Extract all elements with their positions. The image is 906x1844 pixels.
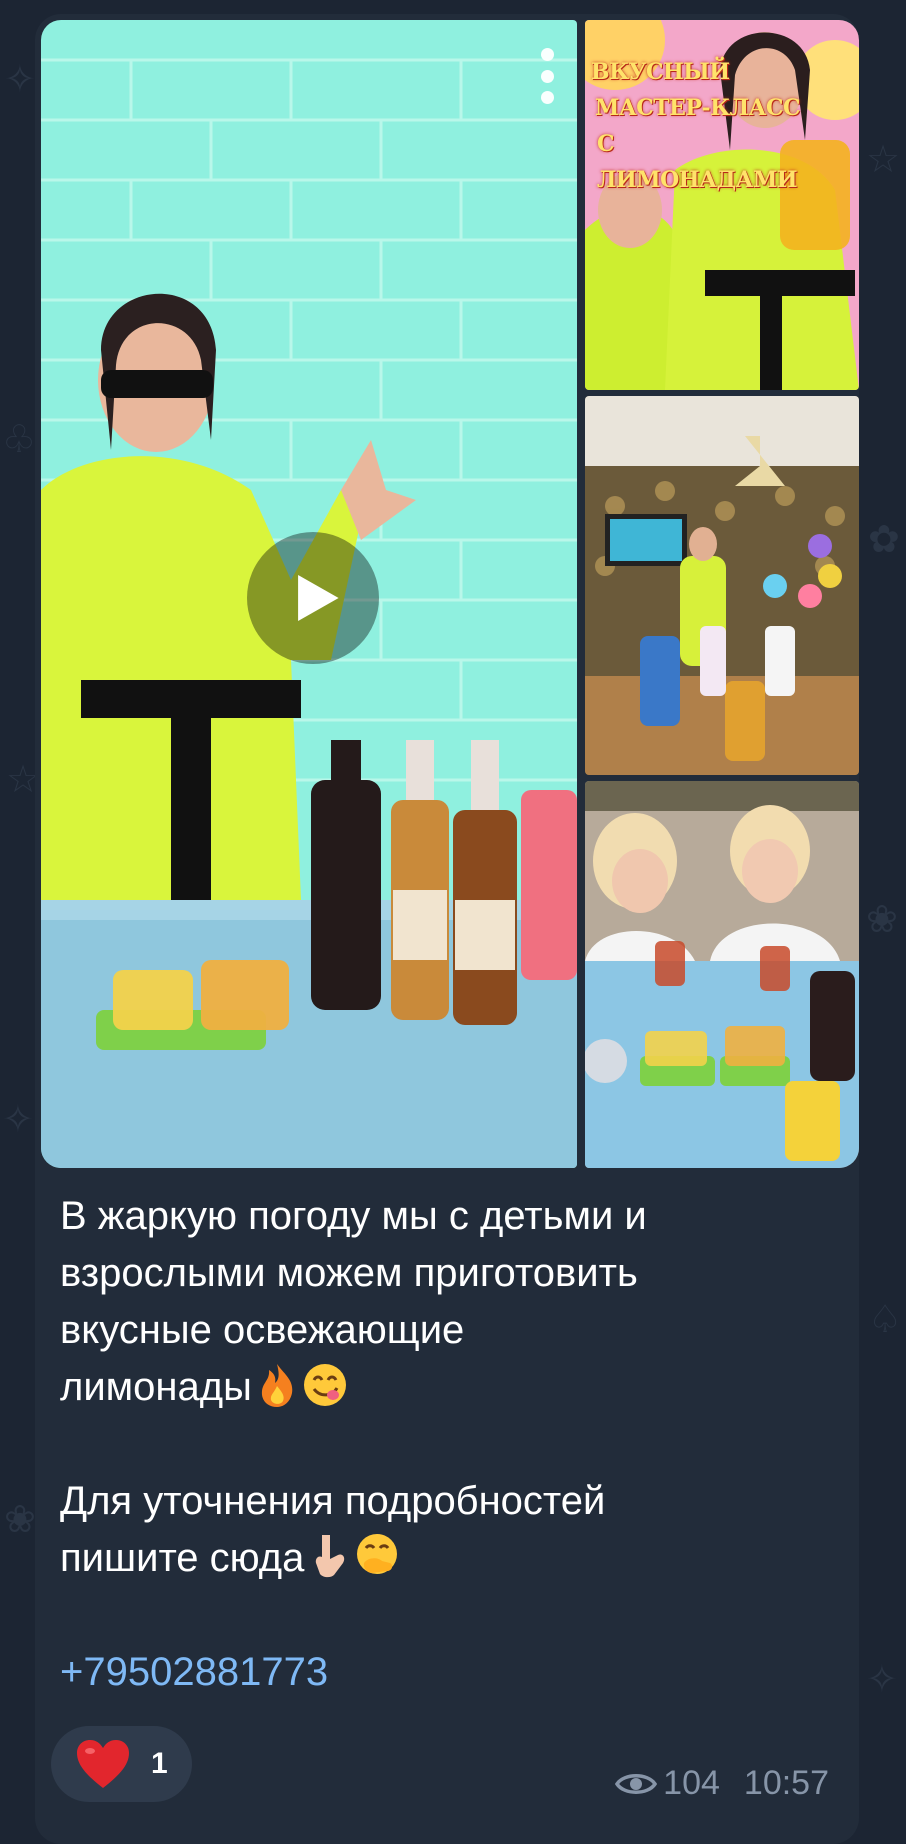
text-line: Для уточнения подробностей <box>60 1479 606 1523</box>
text-line: взрослыми можем приготовить <box>60 1251 638 1295</box>
text-line: лимонады <box>60 1359 840 1416</box>
text-line: вкусные освежающие <box>60 1308 465 1352</box>
heart-icon <box>77 1740 129 1788</box>
more-vertical-icon[interactable] <box>537 48 557 104</box>
message-bubble: ВКУСНЫЙ МАСТЕР-КЛАСС С ЛИМОНАДАМИ В жарк… <box>35 14 859 1844</box>
photo-kids-lemonade[interactable] <box>585 781 859 1168</box>
text-line: В жаркую погоду мы с детьми и <box>60 1194 647 1238</box>
message-meta: 104 10:57 <box>615 1764 829 1803</box>
text-line: пишите сюда <box>60 1530 840 1587</box>
view-count: 104 <box>663 1764 720 1802</box>
message-text: В жаркую погоду мы с детьми и взрослыми … <box>60 1188 840 1701</box>
play-icon[interactable] <box>247 532 379 664</box>
message-time: 10:57 <box>743 1764 829 1802</box>
hand-over-mouth-emoji <box>357 1534 398 1574</box>
promo-caption: ВКУСНЫЙ МАСТЕР-КЛАСС С ЛИМОНАДАМИ <box>591 59 801 193</box>
fire-emoji <box>261 1364 293 1407</box>
yum-face-emoji <box>303 1364 346 1406</box>
reaction-heart[interactable]: 1 <box>51 1726 192 1802</box>
photo-promo[interactable]: ВКУСНЫЙ МАСТЕР-КЛАСС С ЛИМОНАДАМИ <box>585 20 859 390</box>
media-album: ВКУСНЫЙ МАСТЕР-КЛАСС С ЛИМОНАДАМИ <box>41 20 859 1168</box>
reaction-count: 1 <box>151 1747 168 1780</box>
photo-party-room[interactable] <box>585 396 859 775</box>
pointing-down-emoji <box>316 1535 345 1578</box>
eye-icon <box>615 1773 658 1794</box>
phone-link[interactable]: +79502881773 <box>60 1644 840 1701</box>
